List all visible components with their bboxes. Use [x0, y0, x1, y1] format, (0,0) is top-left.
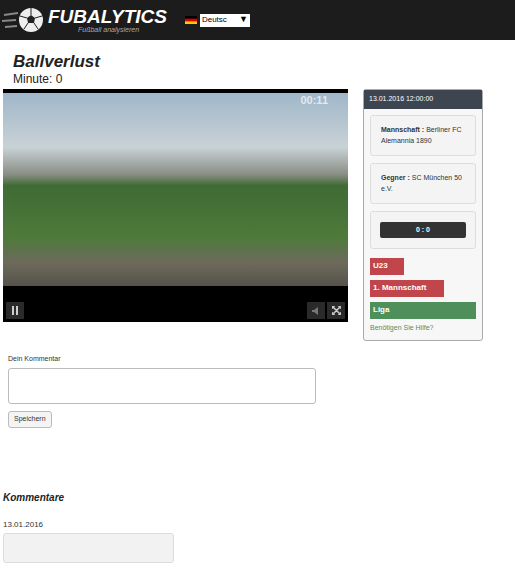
opponent-card: Gegner : SC München 50 e.V.: [370, 163, 476, 204]
comment-label: Dein Kommentar: [8, 354, 348, 365]
language-select[interactable]: Deutsc▼: [200, 14, 250, 27]
language-switch[interactable]: Deutsc▼: [185, 14, 250, 27]
comment-box: [3, 533, 174, 563]
score-card: 0 : 0: [370, 211, 476, 249]
volume-button[interactable]: [307, 302, 325, 319]
comment-input[interactable]: [8, 368, 316, 404]
logo-title: FUBALYTICS: [48, 7, 167, 26]
comments-heading: Kommentare: [3, 490, 348, 505]
score: 0 : 0: [380, 222, 466, 238]
match-panel: 13.01.2016 12:00:00 Mannschaft : Berliner…: [363, 89, 483, 341]
tag[interactable]: Liga: [370, 302, 476, 319]
logo[interactable]: FUBALYTICSFußball analysieren: [2, 5, 167, 35]
pause-button[interactable]: [6, 302, 24, 319]
comments-section: Kommentare 13.01.2016: [3, 428, 348, 563]
player-controls: [3, 286, 348, 322]
panel-header: 13.01.2016 12:00:00: [364, 90, 482, 109]
help-link[interactable]: Benötigen Sie Hilfe?: [370, 323, 476, 334]
event-title: Ballverlust: [13, 51, 515, 72]
top-bar: FUBALYTICSFußball analysieren Deutsc▼: [0, 0, 515, 40]
comment-date: 13.01.2016: [3, 519, 348, 531]
tag[interactable]: 1. Mannschaft: [370, 280, 444, 297]
fullscreen-icon: [332, 306, 341, 315]
german-flag-icon: [185, 16, 197, 24]
team-card: Mannschaft : Berliner FC Alemannia 1890: [370, 115, 476, 156]
ball-icon: [2, 5, 46, 35]
pause-icon: [11, 306, 19, 315]
logo-subtitle: Fußball analysieren: [48, 26, 167, 33]
tag[interactable]: U23: [370, 258, 404, 275]
video-player[interactable]: 00:11: [3, 89, 348, 322]
comment-form: Dein Kommentar Speichern: [3, 322, 348, 428]
video-frame: [3, 93, 348, 286]
volume-icon: [312, 307, 320, 315]
comment: 13.01.2016: [3, 519, 348, 563]
save-button[interactable]: Speichern: [8, 411, 52, 428]
fullscreen-button[interactable]: [327, 302, 345, 319]
event-minute: Minute: 0: [13, 72, 515, 87]
player-time: 00:11: [300, 92, 328, 109]
